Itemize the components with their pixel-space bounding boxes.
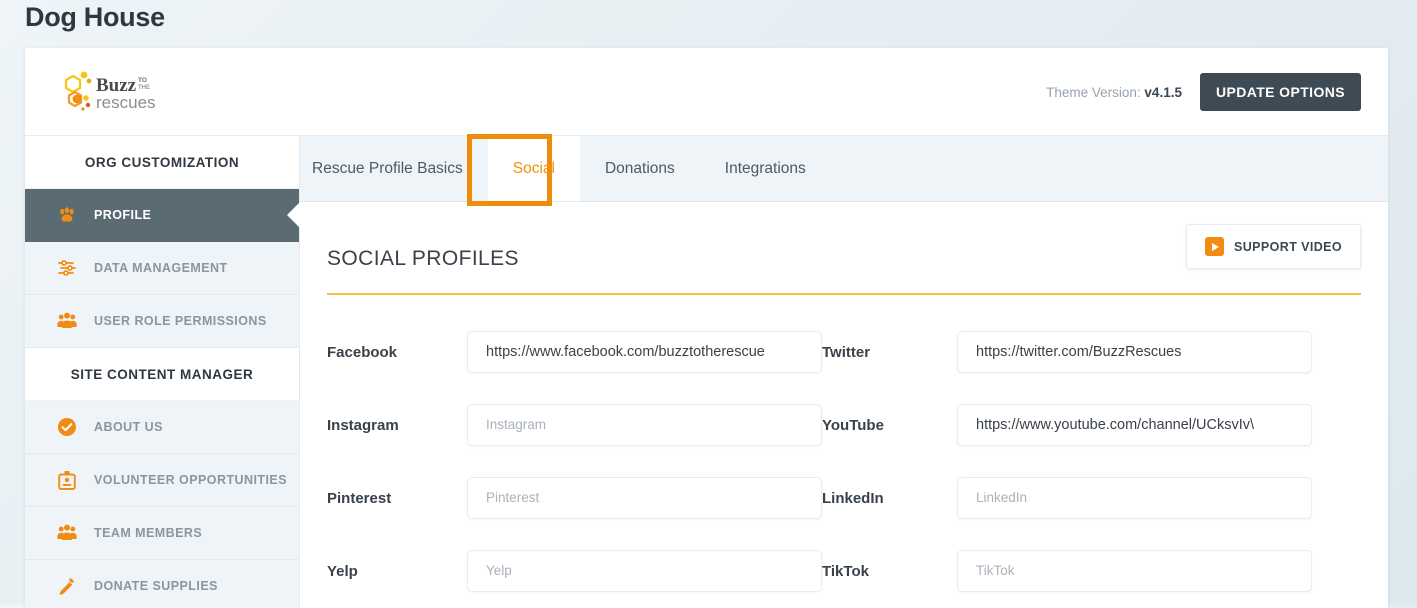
sidebar-item-label: DATA MANAGEMENT — [94, 261, 228, 275]
svg-text:TO: TO — [138, 77, 147, 84]
check-circle-icon — [57, 417, 77, 437]
field-label-pinterest: Pinterest — [327, 489, 392, 507]
field-label-tiktok: TikTok — [822, 562, 869, 580]
sidebar-item-label: TEAM MEMBERS — [94, 526, 203, 540]
sidebar-item-label: PROFILE — [94, 208, 152, 222]
svg-text:THE: THE — [138, 85, 150, 91]
twitter-input[interactable] — [957, 331, 1312, 373]
svg-text:rescues: rescues — [96, 93, 156, 112]
sidebar-item-data-management[interactable]: DATA MANAGEMENT — [25, 242, 299, 295]
support-video-button[interactable]: SUPPORT VIDEO — [1186, 224, 1361, 269]
title-underline-rule — [327, 293, 1361, 295]
instagram-input[interactable] — [467, 404, 822, 446]
users-icon — [57, 311, 77, 331]
yelp-input[interactable] — [467, 550, 822, 592]
card-header: Buzz TO THE rescues Theme Version: v4.1.… — [25, 48, 1388, 136]
panel-header: SOCIAL PROFILES SUPPORT VIDEO — [327, 224, 1361, 293]
sidebar-item-volunteer-opportunities[interactable]: VOLUNTEER OPPORTUNITIES — [25, 454, 299, 507]
support-video-label: SUPPORT VIDEO — [1234, 239, 1342, 254]
theme-version-value: v4.1.5 — [1144, 84, 1182, 100]
sidebar-item-label: VOLUNTEER OPPORTUNITIES — [94, 473, 288, 487]
panel-title: SOCIAL PROFILES — [327, 247, 519, 270]
play-icon — [1205, 237, 1224, 256]
field-label-youtube: YouTube — [822, 416, 884, 434]
tab-bar: Rescue Profile Basics Social Donations I… — [300, 134, 1388, 206]
sidebar: ORG CUSTOMIZATION PROFILE DATA MANAGEMEN… — [25, 136, 300, 608]
sidebar-item-donate-supplies[interactable]: DONATE SUPPLIES — [25, 560, 299, 608]
social-profiles-panel: SOCIAL PROFILES SUPPORT VIDEO Facebook T… — [300, 202, 1388, 608]
brand-logo: Buzz TO THE rescues — [63, 68, 163, 116]
field-label-yelp: Yelp — [327, 562, 358, 580]
facebook-input[interactable] — [467, 331, 822, 373]
carrot-icon — [57, 576, 77, 596]
sidebar-item-team-members[interactable]: TEAM MEMBERS — [25, 507, 299, 560]
sidebar-item-label: USER ROLE PERMISSIONS — [94, 314, 267, 328]
sidebar-item-user-role-permissions[interactable]: USER ROLE PERMISSIONS — [25, 295, 299, 348]
field-label-facebook: Facebook — [327, 343, 398, 361]
header-right-group: Theme Version: v4.1.5 UPDATE OPTIONS — [1046, 73, 1361, 111]
sidebar-heading-site-content-manager: SITE CONTENT MANAGER — [25, 348, 299, 401]
linkedin-input[interactable] — [957, 477, 1312, 519]
pinterest-input[interactable] — [467, 477, 822, 519]
tab-rescue-profile-basics[interactable]: Rescue Profile Basics — [300, 136, 488, 201]
field-label-twitter: Twitter — [822, 343, 871, 361]
youtube-input[interactable] — [957, 404, 1312, 446]
social-fields-grid: Facebook Twitter Instagram YouTube Pinte… — [327, 331, 1361, 592]
sidebar-item-about-us[interactable]: ABOUT US — [25, 401, 299, 454]
sidebar-item-label: DONATE SUPPLIES — [94, 579, 218, 593]
tab-donations[interactable]: Donations — [580, 136, 700, 201]
tab-integrations[interactable]: Integrations — [700, 136, 831, 201]
update-options-button[interactable]: UPDATE OPTIONS — [1199, 73, 1361, 111]
paw-icon — [57, 205, 77, 225]
card-body: ORG CUSTOMIZATION PROFILE DATA MANAGEMEN… — [25, 134, 1388, 608]
main-card: Buzz TO THE rescues Theme Version: v4.1.… — [25, 48, 1388, 608]
sliders-icon — [57, 258, 77, 278]
sidebar-heading-org-customization: ORG CUSTOMIZATION — [25, 136, 299, 189]
id-badge-icon — [57, 470, 77, 490]
content-area: Rescue Profile Basics Social Donations I… — [300, 134, 1388, 608]
sidebar-item-label: ABOUT US — [94, 420, 163, 434]
theme-version-label: Theme Version: — [1046, 84, 1141, 100]
sidebar-item-profile[interactable]: PROFILE — [25, 189, 299, 242]
tab-social[interactable]: Social — [487, 136, 580, 201]
users-icon — [57, 523, 77, 543]
theme-version: Theme Version: v4.1.5 — [1046, 85, 1182, 100]
field-label-instagram: Instagram — [327, 416, 399, 434]
field-label-linkedin: LinkedIn — [822, 489, 884, 507]
tiktok-input[interactable] — [957, 550, 1312, 592]
page-title: Dog House — [25, 2, 165, 32]
